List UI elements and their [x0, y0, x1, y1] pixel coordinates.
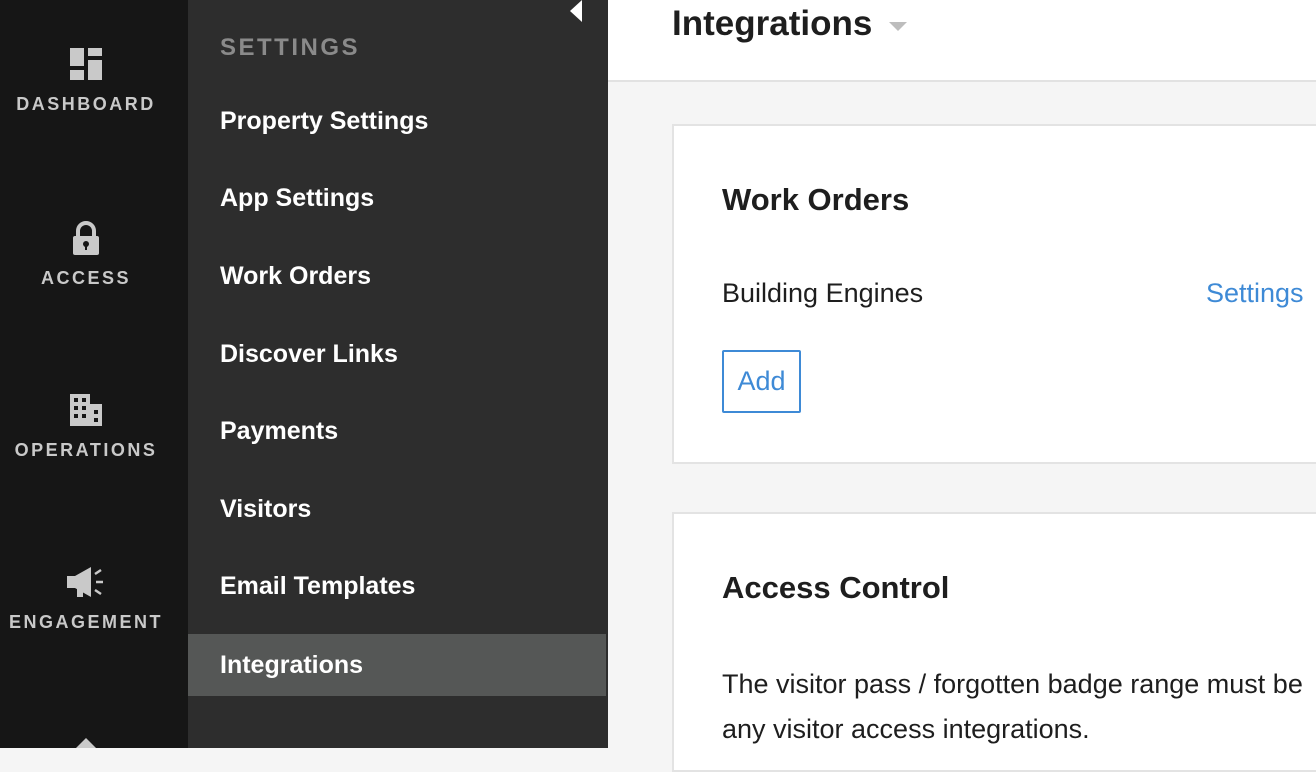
page-header: Integrations — [608, 0, 1316, 82]
submenu-item-work-orders[interactable]: Work Orders — [188, 245, 606, 307]
title-dropdown-icon[interactable] — [889, 22, 907, 31]
description-line-2: any visitor access integrations. — [722, 714, 1090, 744]
nav-dashboard[interactable]: DASHBOARD — [0, 46, 172, 115]
nav-more-icon[interactable] — [76, 738, 96, 748]
submenu-item-visitors[interactable]: Visitors — [188, 478, 606, 540]
submenu-item-payments[interactable]: Payments — [188, 400, 606, 462]
work-orders-title: Work Orders — [722, 182, 910, 217]
submenu-item-integrations[interactable]: Integrations — [188, 634, 606, 696]
submenu-item-app-settings[interactable]: App Settings — [188, 167, 606, 229]
megaphone-icon — [67, 567, 103, 597]
submenu-item-discover-links[interactable]: Discover Links — [188, 323, 606, 385]
add-integration-button[interactable]: Add — [722, 350, 801, 413]
nav-operations[interactable]: OPERATIONS — [0, 392, 172, 461]
integration-settings-link[interactable]: Settings — [1206, 278, 1304, 309]
submenu-heading: SETTINGS — [220, 34, 361, 61]
description-line-1: The visitor pass / forgotten badge range… — [722, 669, 1303, 699]
submenu-item-property-settings[interactable]: Property Settings — [188, 90, 606, 152]
nav-engagement-label: ENGAGEMENT — [8, 612, 163, 632]
main-nav-rail: DASHBOARD ACCESS OPERATIONS ENGAGEMENT — [0, 0, 188, 748]
collapse-menu-icon[interactable] — [570, 0, 582, 22]
access-control-title: Access Control — [722, 570, 950, 605]
work-orders-card: Work Orders Building Engines Settings Ad… — [672, 124, 1316, 464]
settings-submenu: SETTINGS Property Settings App Settings … — [188, 0, 608, 748]
access-control-card: Access Control The visitor pass / forgot… — [672, 512, 1316, 772]
nav-operations-label: OPERATIONS — [14, 440, 158, 460]
integration-name: Building Engines — [722, 278, 924, 308]
main-content: Integrations Work Orders Building Engine… — [608, 0, 1316, 772]
lock-icon — [73, 221, 99, 255]
nav-access-label: ACCESS — [40, 268, 131, 288]
nav-dashboard-label: DASHBOARD — [16, 94, 156, 114]
submenu-item-email-templates[interactable]: Email Templates — [188, 555, 606, 617]
building-icon — [70, 394, 102, 426]
dashboard-icon — [70, 48, 102, 80]
nav-access[interactable]: ACCESS — [0, 220, 172, 289]
page-title: Integrations — [672, 4, 873, 43]
access-control-description: The visitor pass / forgotten badge range… — [722, 662, 1316, 752]
nav-engagement[interactable]: ENGAGEMENT — [0, 564, 172, 633]
